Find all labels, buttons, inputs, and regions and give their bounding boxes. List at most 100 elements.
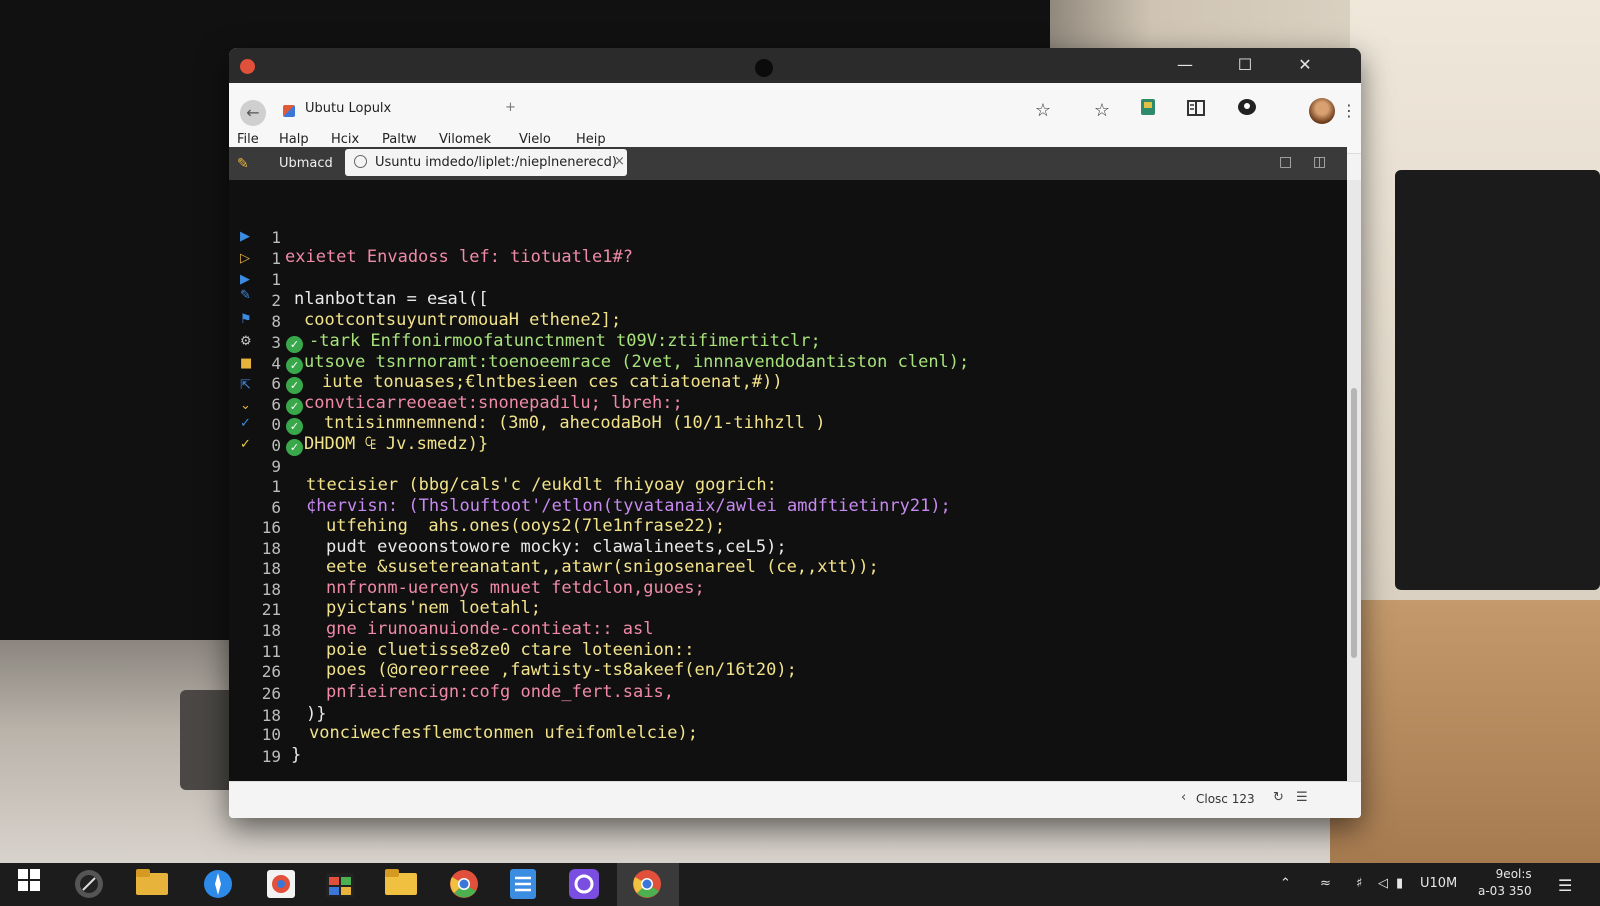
folder-icon[interactable]: ■ [240, 356, 252, 371]
code-line[interactable]: gne irunoanuionde-contieat:: asl [326, 619, 654, 639]
check-mark-yellow-icon[interactable]: ✓ [240, 437, 251, 452]
purple-app-icon[interactable] [567, 869, 601, 901]
minimize-button[interactable]: — [1169, 54, 1201, 76]
code-line[interactable]: pudt eveoonstowore mocky: clawalineets,c… [326, 537, 787, 557]
code-line[interactable]: pnfieirencign:cofg onde_fert.sais, [326, 682, 674, 702]
code-line[interactable]: )} [306, 704, 326, 724]
file-explorer-icon[interactable] [135, 869, 169, 901]
code-line[interactable]: DHDOM ₠ Jv.smedz)} [304, 434, 488, 454]
editor-window: — ☐ ✕ ← Ubutu Lopulx + ☆ ☆ ⋮ File Halp H… [229, 48, 1361, 818]
reading-list-icon[interactable] [1183, 98, 1209, 124]
code-line[interactable]: ttecisier (bbg/cals'c /eukdlt fhiyoay go… [306, 475, 777, 495]
docs-icon[interactable] [506, 869, 540, 901]
code-line[interactable]: nlanbottan = e≤al([ [294, 289, 488, 309]
editor-tab-label[interactable]: Usuntu imdedo/liplet:/nieplnenerecd) [375, 155, 617, 170]
notification-center-icon[interactable]: ☰ [1558, 876, 1572, 895]
language-indicator[interactable]: U10M [1420, 876, 1457, 891]
edit-icon[interactable]: ✎ [240, 288, 251, 303]
line-number: 2 [271, 291, 281, 310]
store-icon[interactable] [323, 869, 357, 901]
code-line[interactable]: utsove tsnrnoramt:toenoeemrace (2vet, in… [304, 352, 969, 372]
code-line[interactable]: ¢hervisn: (Thslouftoot'/etlon(tyvatanaix… [306, 496, 951, 516]
status-text[interactable]: Closc 123 [1196, 792, 1255, 806]
code-line[interactable]: convticarreoeaet:snonepadılu; lbreh:; [304, 393, 683, 413]
scrollbar-thumb[interactable] [1351, 388, 1357, 658]
play-icon[interactable]: ▶ [240, 229, 250, 244]
sync-icon[interactable]: ↻ [1273, 790, 1284, 805]
code-line[interactable]: utfehing ahs.ones(ooys2(7le1nfrase22); [326, 516, 725, 536]
code-line[interactable]: -tark Enffonirmoofatunctnment t09V:ztifi… [309, 331, 821, 351]
split-view-icon[interactable]: ◫ [1313, 154, 1326, 170]
volume-icon[interactable]: ♯ [1356, 876, 1362, 891]
battery-icon[interactable]: ▮ [1396, 876, 1403, 891]
safari-icon[interactable] [201, 869, 235, 901]
line-number: 0 [271, 436, 281, 455]
profile-sync-icon[interactable] [1234, 98, 1260, 124]
code-line[interactable]: nnfronm-uerenys mnuet fetdclon,guoes; [326, 578, 705, 598]
tab-favicon-icon [283, 105, 295, 117]
code-line[interactable]: vonciwecfesflemctonmen ufeifomlelcie); [309, 723, 698, 743]
star-outline-icon[interactable]: ☆ [1030, 98, 1056, 124]
chrome-active-icon[interactable] [630, 869, 664, 901]
new-file-icon[interactable]: □ [1279, 154, 1292, 170]
flag-icon[interactable]: ⚑ [240, 312, 252, 327]
chevron-down-icon[interactable]: ⌄ [240, 398, 251, 413]
code-line[interactable]: eete &susetereanatant,,atawr(snigosenare… [326, 557, 879, 577]
more-menu-icon[interactable]: ⋮ [1341, 98, 1357, 124]
menu-item-2[interactable]: Halp [279, 132, 309, 147]
line-number: 8 [271, 312, 281, 331]
code-line[interactable]: poes (@oreorreee ,fawtisty-ts8akeef(en/1… [326, 660, 797, 680]
menu-item-6[interactable]: Vielo [519, 132, 551, 147]
chevron-left-icon[interactable]: ‹ [1181, 790, 1186, 805]
line-number: 6 [271, 498, 281, 517]
user-avatar[interactable] [1309, 98, 1335, 124]
menu-item-file[interactable]: File [237, 132, 259, 147]
line-number: 6 [271, 374, 281, 393]
close-button[interactable]: ✕ [1289, 54, 1321, 76]
menu-item-help[interactable]: Heip [576, 132, 606, 147]
menu-item-5[interactable]: Vilomek [439, 132, 491, 147]
maximize-button[interactable]: ☐ [1229, 54, 1261, 76]
line-number: 6 [271, 395, 281, 414]
menu-item-3[interactable]: Hcix [331, 132, 359, 147]
code-line[interactable]: iute tonuases;€lntbesieen ces catiatoena… [322, 372, 783, 392]
tab-close-icon[interactable]: × [614, 154, 625, 169]
system-clock[interactable]: 9eol:s a-03 350 [1478, 866, 1532, 900]
line-number: 18 [261, 706, 281, 725]
code-line[interactable]: exietet Envadoss lef: tiotuatle1#? [285, 247, 633, 267]
browser-app-icon[interactable] [264, 869, 298, 901]
folder-taskbar-icon[interactable] [384, 869, 418, 901]
code-line[interactable]: poie cluetisse8ze0 ctare loteenion:: [326, 640, 694, 660]
chrome-icon[interactable] [447, 869, 481, 901]
bookmark-star-icon[interactable]: ☆ [1089, 98, 1115, 124]
line-number: 10 [261, 725, 281, 744]
line-number: 3 [271, 333, 281, 352]
windows-start-icon[interactable] [12, 869, 46, 901]
code-line[interactable]: pyictans'nem loetahl; [326, 598, 541, 618]
extension-icon[interactable] [1135, 98, 1161, 124]
webcam-icon [755, 59, 773, 77]
code-line[interactable]: } [291, 745, 301, 765]
tab-title[interactable]: Ubutu Lopulx [305, 101, 391, 116]
debug-play-icon[interactable]: ▷ [240, 251, 250, 266]
line-number: 1 [271, 270, 281, 289]
code-line[interactable]: tntisinmnemnend: (3m0, ahecodaBoH (10/1-… [324, 413, 826, 433]
pencil-icon[interactable]: ✎ [237, 156, 249, 172]
workspace-label[interactable]: Ubmacd [279, 156, 333, 171]
run-icon[interactable]: ▶ [240, 272, 250, 287]
notifications-icon[interactable]: ☰ [1296, 790, 1308, 805]
line-number: 18 [261, 559, 281, 578]
chevron-up-icon[interactable]: ⌃ [1280, 876, 1291, 891]
settings-icon[interactable]: ⚙ [240, 334, 252, 349]
check-mark-icon[interactable]: ✓ [240, 416, 251, 431]
back-arrow-icon[interactable]: ← [240, 100, 266, 126]
menu-item-4[interactable]: Paltw [382, 132, 417, 147]
network-icon[interactable]: ≈ [1320, 876, 1331, 891]
new-tab-button[interactable]: + [505, 100, 516, 115]
export-icon[interactable]: ⇱ [240, 378, 251, 393]
search-app-icon[interactable] [72, 869, 106, 901]
speaker-icon[interactable]: ◁ [1378, 876, 1388, 891]
code-line[interactable]: cootcontsuyuntromouaH ethene2]; [304, 310, 621, 330]
close-dot-icon[interactable] [240, 59, 255, 74]
line-number: 18 [261, 539, 281, 558]
